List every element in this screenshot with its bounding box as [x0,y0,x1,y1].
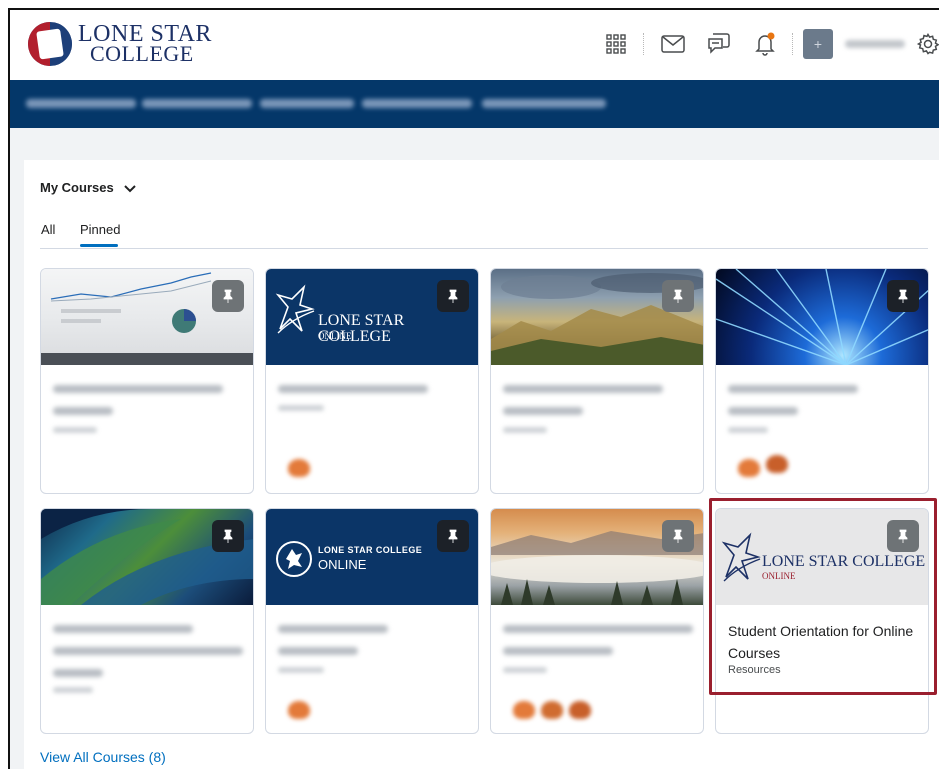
mail-icon[interactable] [656,28,690,60]
course-image [491,269,703,365]
app-grid-icon[interactable] [599,28,633,60]
navbar [10,80,939,128]
avatar[interactable]: + [803,29,833,59]
logo-text: LONE STAR COLLEGE [78,22,212,66]
course-tile[interactable] [715,268,929,494]
star-logo-icon [28,22,72,66]
header-separator [643,33,644,55]
lsc-online-sub: ONLINE [318,331,352,341]
user-name-blurred[interactable] [845,40,905,48]
chevron-down-icon[interactable] [122,180,138,196]
lsc-online-small-name: LONE STAR COLLEGE [318,545,423,555]
pin-icon[interactable] [662,280,694,312]
course-tile[interactable] [40,268,254,494]
view-all-courses-link[interactable]: View All Courses (8) [40,749,166,765]
nav-item[interactable] [482,99,606,108]
header-separator [792,33,793,55]
nav-item[interactable] [362,99,472,108]
course-image [41,509,253,605]
header-icons: + [587,28,939,60]
course-image [41,269,253,365]
nav-item[interactable] [260,99,354,108]
pin-icon[interactable] [662,520,694,552]
header: LONE STAR COLLEGE + [10,10,939,80]
course-image [491,509,703,605]
course-tile[interactable]: LONE STAR COLLEGE ONLINE [265,268,479,494]
tab-pinned[interactable]: Pinned [80,222,120,237]
bell-icon[interactable] [748,28,782,60]
college-logo[interactable]: LONE STAR COLLEGE [28,22,212,66]
highlight-box [709,498,937,695]
pin-icon[interactable] [437,280,469,312]
pin-icon[interactable] [212,520,244,552]
course-tile[interactable]: LONE STAR COLLEGE ONLINE [265,508,479,734]
widget-title[interactable]: My Courses [40,180,114,195]
logo-line-2: COLLEGE [90,41,194,66]
active-tab-indicator [80,244,118,247]
course-image [716,269,928,365]
course-image: LONE STAR COLLEGE ONLINE [266,509,478,605]
course-tile[interactable] [40,508,254,734]
pin-icon[interactable] [887,280,919,312]
tab-all[interactable]: All [41,222,55,237]
course-tile[interactable] [490,268,704,494]
lsc-online-small-sub: ONLINE [318,557,367,572]
nav-item[interactable] [142,99,252,108]
gear-icon[interactable] [917,28,939,60]
chat-icon[interactable] [702,28,736,60]
pin-icon[interactable] [437,520,469,552]
course-image: LONE STAR COLLEGE ONLINE [266,269,478,365]
nav-item[interactable] [26,99,136,108]
course-tile[interactable] [490,508,704,734]
pin-icon[interactable] [212,280,244,312]
tab-divider [40,248,928,249]
